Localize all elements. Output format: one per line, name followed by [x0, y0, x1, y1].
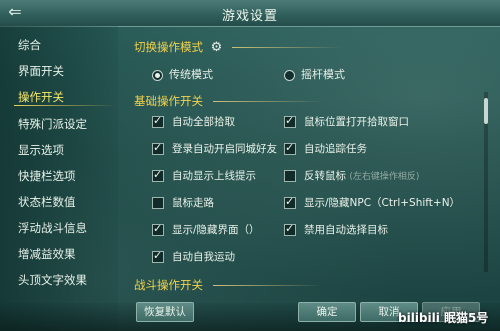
checkbox-mouse-walk[interactable]: 鼠标走路: [152, 195, 214, 210]
checkbox-label: 显示/隐藏界面（）: [172, 224, 260, 236]
checkbox-box: [284, 114, 296, 128]
checkbox-box: [152, 141, 164, 155]
checkbox-box: [284, 141, 296, 155]
checkbox-toggle-npc[interactable]: 显示/隐藏NPC（Ctrl+Shift+N）: [284, 195, 460, 210]
sidebar-item-general[interactable]: 综合: [18, 34, 113, 56]
sidebar-item-buffs[interactable]: 增减益效果: [18, 243, 113, 265]
sidebar-item-floating-combat[interactable]: 浮动战斗信息: [18, 217, 113, 239]
section-title: 基础操作开关: [134, 94, 203, 108]
radio-label: 传统模式: [169, 68, 213, 81]
sidebar-item-status-values[interactable]: 状态栏数值: [18, 191, 113, 213]
checkbox-auto-self-motion[interactable]: 自动自我运动: [152, 249, 235, 264]
settings-window: ⇐ 游戏设置 综合 界面开关 操作开关 特殊门派设定 显示选项 快捷栏选项 状态…: [0, 0, 500, 331]
checkbox-label: 鼠标走路: [172, 197, 214, 209]
checkbox-toggle-ui[interactable]: 显示/隐藏界面（）: [152, 222, 260, 237]
checkbox-box: [152, 249, 164, 263]
checkbox-label: 登录自动开启同城好友: [172, 143, 277, 155]
checkbox-auto-same-city-friends[interactable]: 登录自动开启同城好友: [152, 141, 277, 156]
divider: [212, 101, 323, 102]
radio-traditional-mode[interactable]: 传统模式: [152, 66, 213, 82]
checkbox-box: [152, 222, 164, 236]
checkbox-label: 禁用自动选择目标: [304, 224, 388, 236]
sidebar: 综合 界面开关 操作开关 特殊门派设定 显示选项 快捷栏选项 状态栏数值 浮动战…: [0, 26, 118, 331]
checkbox-box: [152, 197, 164, 209]
settings-panel: 切换操作模式 ⚙ 传统模式 摇杆模式 基础操作开关 自动全部拾取 鼠标位置打开拾…: [118, 26, 488, 331]
sidebar-item-controls[interactable]: 操作开关: [14, 86, 117, 108]
checkbox-box: [284, 170, 296, 182]
checkbox-note: (左右键操作相反): [349, 172, 420, 182]
window-title: 游戏设置: [221, 9, 278, 24]
checkbox-disable-auto-target[interactable]: 禁用自动选择目标: [284, 222, 388, 237]
checkbox-auto-track-quest[interactable]: 自动追踪任务: [284, 141, 367, 156]
ok-button[interactable]: 确定: [298, 302, 356, 322]
scrollbar-thumb[interactable]: [484, 98, 488, 124]
sidebar-item-display[interactable]: 显示选项: [18, 139, 113, 161]
section-title: 战斗操作开关: [134, 278, 203, 292]
checkbox-label: 自动全部拾取: [172, 116, 235, 128]
section-title: 切换操作模式: [134, 40, 203, 54]
checkbox-auto-loot-all[interactable]: 自动全部拾取: [152, 114, 235, 129]
checkbox-box: [284, 222, 296, 236]
checkbox-online-notice[interactable]: 自动显示上线提示: [152, 168, 256, 183]
checkbox-label: 自动追踪任务: [304, 143, 367, 155]
divider: [231, 47, 342, 48]
radio-label: 摇杆模式: [301, 68, 345, 81]
gear-icon[interactable]: ⚙: [211, 40, 223, 55]
radio-dot: [152, 69, 163, 81]
checkbox-label: 反转鼠标: [304, 170, 346, 182]
scrollbar[interactable]: [484, 92, 488, 272]
sidebar-item-overhead-text[interactable]: 头顶文字效果: [18, 269, 113, 291]
sidebar-item-ui-toggles[interactable]: 界面开关: [18, 60, 113, 82]
restore-defaults-button[interactable]: 恢复默认: [136, 302, 194, 322]
checkbox-box: [152, 114, 164, 128]
checkbox-label: 鼠标位置打开拾取窗口: [304, 116, 409, 128]
checkbox-loot-window-at-cursor[interactable]: 鼠标位置打开拾取窗口: [284, 114, 409, 129]
watermark: bilibili 眠猫5号: [398, 311, 489, 325]
checkbox-label: 显示/隐藏NPC（Ctrl+Shift+N）: [304, 197, 461, 209]
sidebar-item-hotbar[interactable]: 快捷栏选项: [18, 165, 113, 187]
checkbox-box: [152, 168, 164, 182]
section-switch-mode: 切换操作模式 ⚙: [134, 39, 342, 55]
checkbox-box: [284, 195, 296, 209]
divider: [212, 285, 323, 286]
radio-dot: [284, 69, 295, 81]
checkbox-label: 自动显示上线提示: [172, 170, 256, 182]
sidebar-item-special-sect[interactable]: 特殊门派设定: [18, 113, 113, 135]
checkbox-invert-mouse[interactable]: 反转鼠标 (左右键操作相反): [284, 168, 419, 183]
checkbox-label: 自动自我运动: [172, 251, 235, 263]
section-basic: 基础操作开关: [134, 93, 323, 109]
section-combat: 战斗操作开关: [134, 277, 323, 293]
radio-joystick-mode[interactable]: 摇杆模式: [284, 66, 345, 82]
title-bar: ⇐ 游戏设置: [0, 0, 500, 27]
